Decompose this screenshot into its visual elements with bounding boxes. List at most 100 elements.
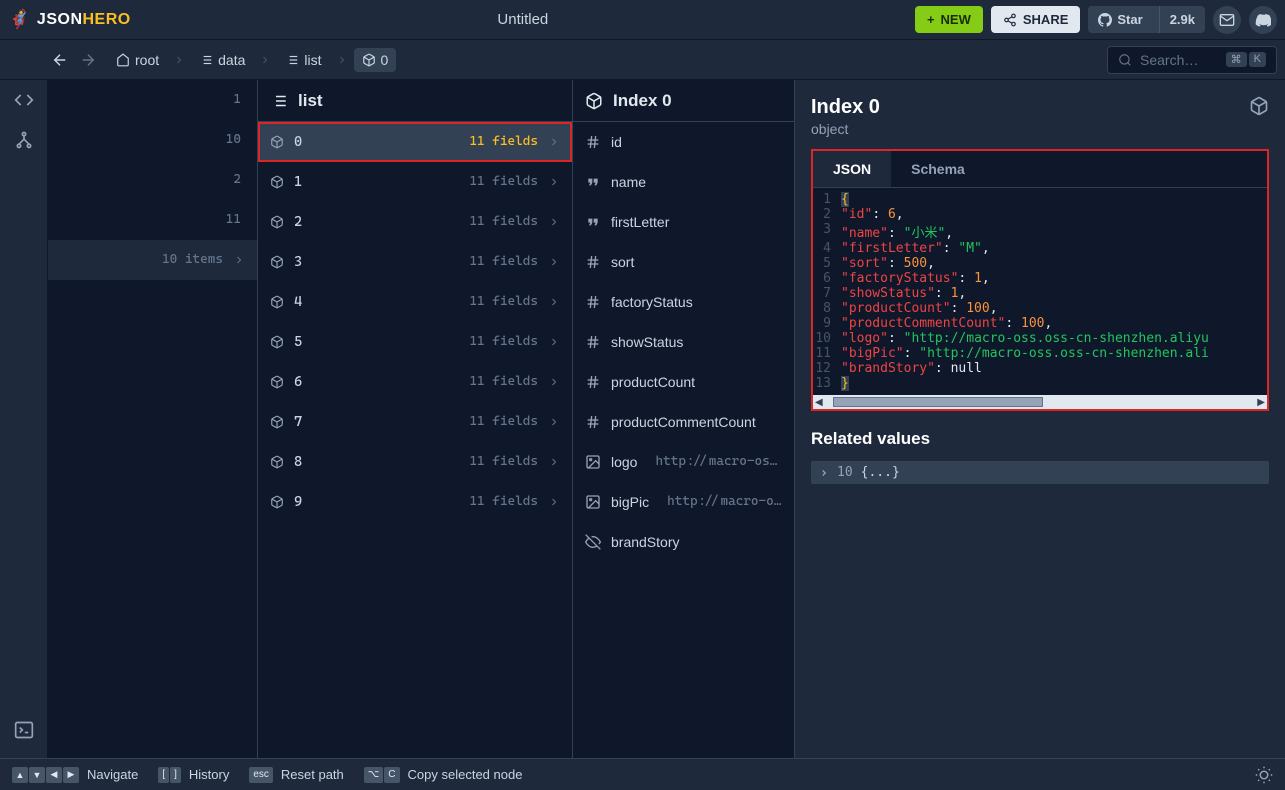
line-number: 11 bbox=[48, 200, 257, 240]
share-button[interactable]: SHARE bbox=[991, 6, 1081, 33]
footer-navigate-label: Navigate bbox=[87, 767, 138, 782]
property-preview: http://macro-oss.… bbox=[667, 494, 782, 509]
list-item[interactable]: 411 fields bbox=[258, 282, 572, 322]
item-meta: 11 fields bbox=[469, 174, 538, 189]
cube-icon bbox=[585, 92, 603, 110]
key-left-icon: ◀ bbox=[46, 767, 62, 783]
item-label: 8 bbox=[294, 454, 459, 470]
footer-navigate: ▲ ▼ ◀ ▶ Navigate bbox=[12, 767, 138, 783]
item-meta: 11 fields bbox=[469, 214, 538, 229]
list-item[interactable]: 011 fields bbox=[258, 122, 572, 162]
footer-reset: esc Reset path bbox=[249, 767, 343, 783]
inspector-panel: Index 0 object JSON Schema 1{2 "id": 6,3… bbox=[795, 80, 1285, 758]
key-down-icon: ▼ bbox=[29, 767, 45, 783]
sidebar-item-terminal[interactable] bbox=[0, 710, 48, 750]
item-label: 7 bbox=[294, 414, 459, 430]
discord-button[interactable] bbox=[1249, 6, 1277, 34]
breadcrumb-item-list[interactable]: list bbox=[277, 48, 329, 72]
breadcrumb-item-data[interactable]: data bbox=[191, 48, 253, 72]
terminal-icon bbox=[14, 720, 34, 740]
new-button[interactable]: + NEW bbox=[915, 6, 983, 33]
items-count-row[interactable]: 10 items bbox=[48, 240, 257, 280]
chevron-right-icon bbox=[548, 336, 560, 348]
key-bracket-right-icon: ] bbox=[170, 767, 181, 783]
property-label: name bbox=[611, 174, 782, 190]
breadcrumb-label: 0 bbox=[381, 52, 389, 68]
tab-schema[interactable]: Schema bbox=[891, 151, 985, 187]
column-index: Index 0 idnamefirstLettersortfactoryStat… bbox=[573, 80, 795, 758]
quote-icon bbox=[585, 174, 601, 190]
list-item[interactable]: 911 fields bbox=[258, 482, 572, 522]
property-row[interactable]: firstLetter bbox=[573, 202, 794, 242]
property-row[interactable]: logohttp://macro-oss.o… bbox=[573, 442, 794, 482]
list-item[interactable]: 711 fields bbox=[258, 402, 572, 442]
new-button-label: NEW bbox=[941, 12, 971, 27]
star-label: Star bbox=[1117, 12, 1142, 27]
column-root: 11021110 items bbox=[48, 80, 258, 758]
related-values-item[interactable]: 10 {...} bbox=[811, 461, 1269, 484]
property-row[interactable]: sort bbox=[573, 242, 794, 282]
search-input[interactable]: Search… ⌘ K bbox=[1107, 46, 1277, 74]
property-row[interactable]: id bbox=[573, 122, 794, 162]
json-code-view[interactable]: 1{2 "id": 6,3 "name": "小米",4 "firstLette… bbox=[813, 188, 1267, 395]
share-button-label: SHARE bbox=[1023, 12, 1069, 27]
cube-icon bbox=[270, 295, 284, 309]
key-opt-icon: ⌥ bbox=[364, 767, 384, 783]
theme-toggle-button[interactable] bbox=[1255, 766, 1273, 784]
code-icon bbox=[14, 90, 34, 110]
cube-icon bbox=[270, 215, 284, 229]
key-esc-icon: esc bbox=[249, 767, 273, 783]
hash-icon bbox=[585, 134, 601, 150]
column-list-header: list bbox=[258, 80, 572, 122]
property-row[interactable]: bigPichttp://macro-oss.… bbox=[573, 482, 794, 522]
arrow-right-icon bbox=[79, 51, 97, 69]
list-item[interactable]: 811 fields bbox=[258, 442, 572, 482]
inspector-type-icon bbox=[1249, 96, 1269, 116]
list-item[interactable]: 511 fields bbox=[258, 322, 572, 362]
cube-icon bbox=[270, 375, 284, 389]
scrollbar-thumb[interactable] bbox=[833, 397, 1043, 407]
image-icon bbox=[585, 494, 601, 510]
list-item[interactable]: 211 fields bbox=[258, 202, 572, 242]
list-item[interactable]: 311 fields bbox=[258, 242, 572, 282]
document-title[interactable]: Untitled bbox=[131, 11, 915, 28]
email-button[interactable] bbox=[1213, 6, 1241, 34]
tab-json[interactable]: JSON bbox=[813, 151, 891, 187]
sidebar-item-code[interactable] bbox=[0, 80, 48, 120]
item-meta: 11 fields bbox=[469, 294, 538, 309]
tree-icon bbox=[14, 130, 34, 150]
discord-icon bbox=[1255, 12, 1271, 28]
chevron-right-icon bbox=[548, 216, 560, 228]
related-preview: {...} bbox=[861, 465, 900, 480]
cube-icon bbox=[362, 53, 376, 67]
github-star-button[interactable]: Star 2.9k bbox=[1088, 6, 1205, 33]
column-list: list 011 fields111 fields211 fields311 f… bbox=[258, 80, 573, 758]
key-bracket-left-icon: [ bbox=[158, 767, 169, 783]
email-icon bbox=[1219, 12, 1235, 28]
horizontal-scrollbar[interactable]: ◀ ▶ bbox=[813, 395, 1267, 409]
list-item[interactable]: 611 fields bbox=[258, 362, 572, 402]
search-icon bbox=[1118, 53, 1132, 67]
property-row[interactable]: productCommentCount bbox=[573, 402, 794, 442]
list-icon bbox=[270, 92, 288, 110]
property-label: productCount bbox=[611, 374, 782, 390]
sidebar bbox=[0, 80, 48, 758]
key-c-icon: C bbox=[384, 767, 399, 783]
sidebar-item-tree[interactable] bbox=[0, 120, 48, 160]
property-row[interactable]: factoryStatus bbox=[573, 282, 794, 322]
nav-forward-button[interactable] bbox=[76, 48, 100, 72]
property-row[interactable]: brandStory bbox=[573, 522, 794, 562]
list-icon bbox=[285, 53, 299, 67]
app-logo[interactable]: 🦸 JSONHERO bbox=[8, 9, 131, 30]
arrow-left-icon bbox=[51, 51, 69, 69]
property-row[interactable]: productCount bbox=[573, 362, 794, 402]
property-row[interactable]: name bbox=[573, 162, 794, 202]
list-item[interactable]: 111 fields bbox=[258, 162, 572, 202]
property-row[interactable]: showStatus bbox=[573, 322, 794, 362]
property-label: productCommentCount bbox=[611, 414, 782, 430]
breadcrumb-item-root[interactable]: root bbox=[108, 48, 167, 72]
nav-back-button[interactable] bbox=[48, 48, 72, 72]
item-label: 3 bbox=[294, 254, 459, 270]
breadcrumb-item-0[interactable]: 0 bbox=[354, 48, 397, 72]
item-meta: 11 fields bbox=[469, 374, 538, 389]
